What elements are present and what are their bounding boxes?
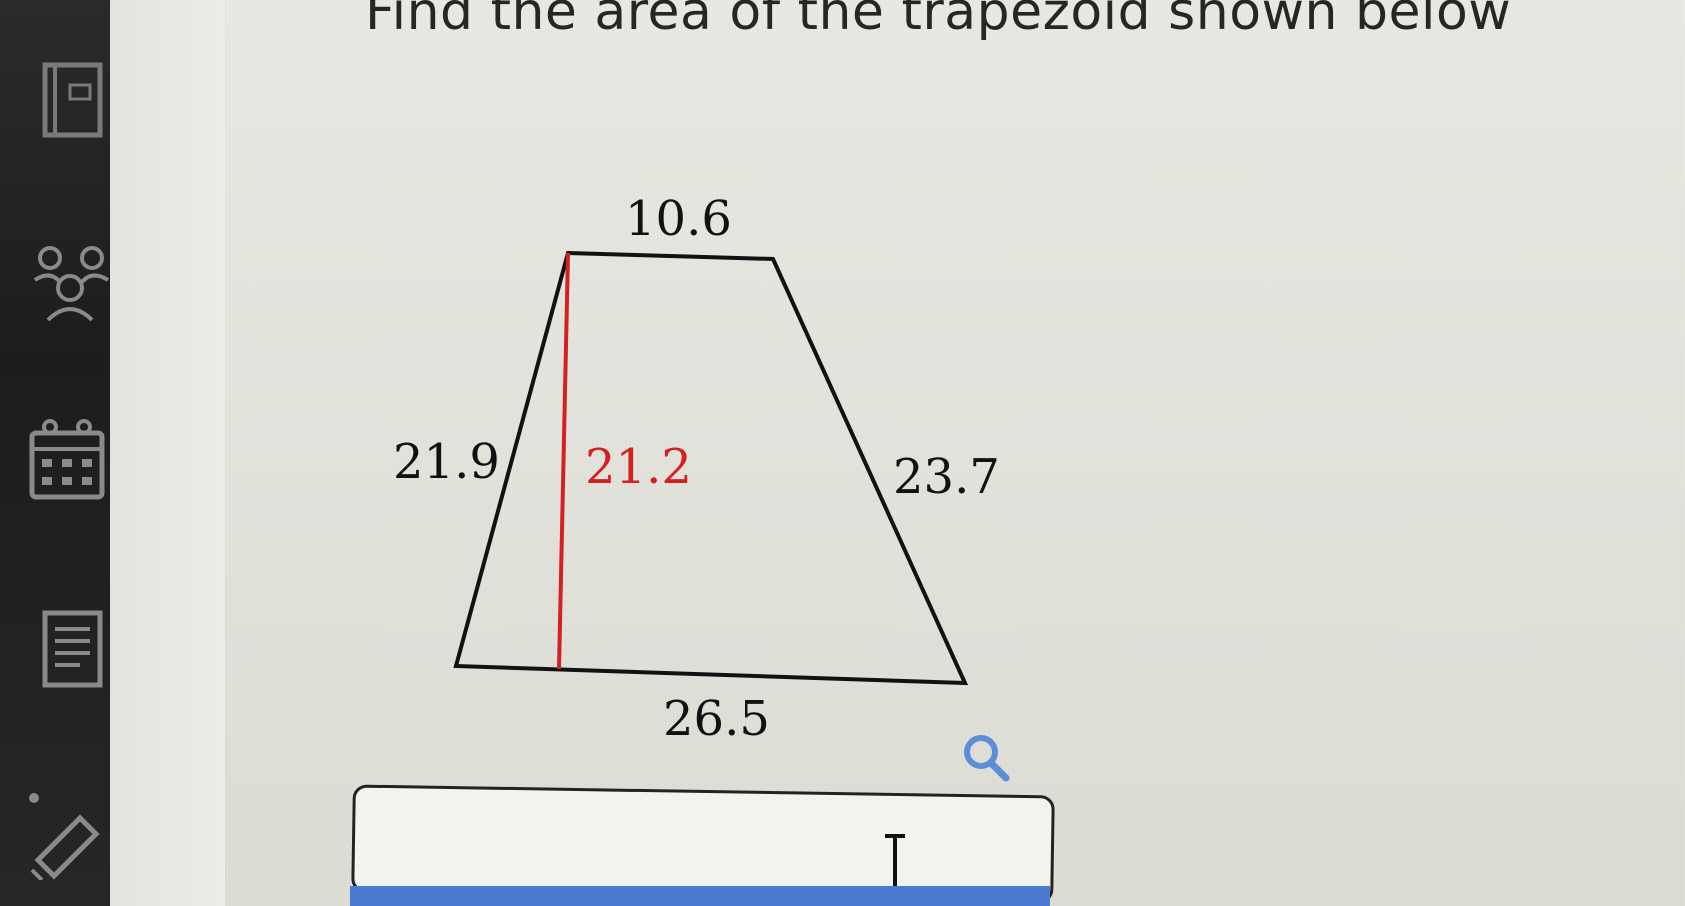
sidebar [0, 0, 110, 906]
screen: Find the area of the trapezoid shown bel… [0, 0, 1685, 906]
question-panel [225, 0, 1685, 906]
magnifier-icon[interactable] [960, 732, 1012, 784]
question-text: Find the area of the trapezoid shown bel… [365, 0, 1512, 42]
text-cursor-icon [885, 834, 905, 892]
answer-hint-bar [350, 886, 1050, 906]
calendar-icon[interactable] [20, 415, 110, 505]
book-icon[interactable] [20, 55, 110, 145]
pencil-icon[interactable] [20, 790, 110, 882]
group-icon[interactable] [20, 240, 110, 330]
document-icon[interactable] [20, 605, 110, 695]
sidebar-gutter [110, 0, 225, 906]
